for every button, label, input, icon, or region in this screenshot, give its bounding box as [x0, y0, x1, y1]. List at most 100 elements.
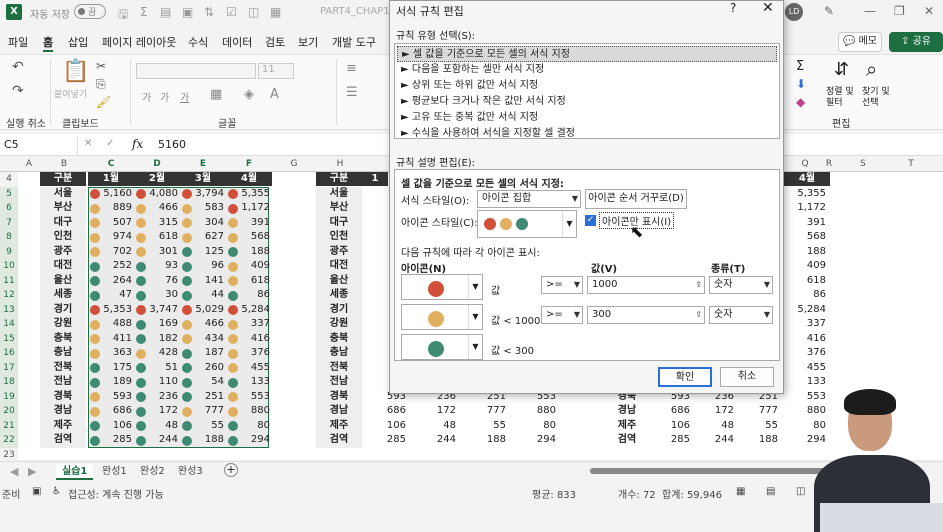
- help-icon[interactable]: ?: [730, 1, 736, 15]
- icon-style-select[interactable]: ▼: [477, 210, 577, 238]
- row-header[interactable]: 10: [0, 259, 18, 274]
- italic-button[interactable]: 가: [160, 89, 169, 104]
- column-header[interactable]: C: [88, 159, 134, 169]
- checkbox-icon[interactable]: ☑: [226, 5, 237, 19]
- icon-select-2[interactable]: ▼: [401, 304, 483, 330]
- column-header[interactable]: A: [18, 159, 40, 169]
- autosave-toggle[interactable]: 끔: [74, 4, 106, 19]
- format-style-select[interactable]: 아이콘 집합 ▼: [477, 190, 581, 208]
- close-window-icon[interactable]: ✕: [924, 4, 934, 18]
- operator-select[interactable]: >= ▼: [541, 276, 583, 294]
- row-header[interactable]: 7: [0, 215, 18, 230]
- row-header[interactable]: 18: [0, 375, 18, 390]
- show-icon-only-checkbox[interactable]: ✓: [585, 215, 596, 226]
- row-header[interactable]: 4: [0, 172, 18, 187]
- reverse-icon-order-button[interactable]: 아이콘 순서 거꾸로(D): [585, 189, 687, 209]
- horizontal-scrollbar[interactable]: [590, 468, 830, 474]
- rule-type-item[interactable]: ► 셀 값을 기준으로 모든 셀의 서식 지정: [397, 46, 777, 62]
- rule-type-item[interactable]: ► 다음을 포함하는 셀만 서식 지정: [397, 62, 777, 78]
- add-sheet-button[interactable]: +: [224, 463, 238, 477]
- row-header[interactable]: 17: [0, 360, 18, 375]
- font-name-combo[interactable]: [136, 63, 256, 79]
- value-input[interactable]: 300 ⇪: [587, 306, 705, 324]
- cancel-button[interactable]: 취소: [720, 367, 774, 387]
- range-select-icon[interactable]: ⇪: [695, 277, 702, 293]
- memo-button[interactable]: 💬 메모: [838, 32, 882, 52]
- row-header[interactable]: 21: [0, 418, 18, 433]
- row-header[interactable]: 13: [0, 302, 18, 317]
- font-color-icon[interactable]: A: [270, 87, 279, 102]
- column-header[interactable]: D: [134, 159, 180, 169]
- fill-color-icon[interactable]: ◈: [244, 87, 254, 102]
- column-header[interactable]: S: [840, 159, 886, 169]
- preview-icon[interactable]: ▣: [182, 5, 193, 19]
- column-header[interactable]: Q: [792, 159, 818, 169]
- row-header[interactable]: 6: [0, 201, 18, 216]
- sort-filter-label[interactable]: 정렬 및 필터: [826, 87, 854, 109]
- paste-icon[interactable]: 📋: [62, 59, 89, 84]
- bold-button[interactable]: 가: [142, 89, 151, 104]
- share-button[interactable]: ⇪ 공유: [889, 32, 943, 52]
- cut-icon[interactable]: ✂: [96, 59, 106, 73]
- tab-sheet-1[interactable]: 실습1: [56, 464, 94, 480]
- row-header[interactable]: 11: [0, 273, 18, 288]
- sort-filter-icon[interactable]: ⇵: [834, 59, 849, 80]
- cancel-formula-icon[interactable]: ✕: [84, 138, 92, 149]
- function-icon[interactable]: fx: [132, 137, 143, 151]
- column-header[interactable]: B: [40, 159, 88, 169]
- underline-button[interactable]: 가: [180, 89, 189, 104]
- rule-type-item[interactable]: ► 상위 또는 하위 값만 서식 지정: [397, 78, 777, 94]
- prev-sheet-icon[interactable]: ◀: [10, 465, 18, 478]
- tab-sheet-4[interactable]: 완성3: [172, 464, 209, 480]
- sum-icon[interactable]: Σ: [140, 5, 148, 19]
- page-layout-view-icon[interactable]: ▤: [766, 486, 775, 497]
- close-icon[interactable]: ✕: [762, 0, 774, 16]
- icon-select-3[interactable]: ▼: [401, 334, 483, 360]
- row-header[interactable]: 8: [0, 230, 18, 245]
- menu-file[interactable]: 파일: [8, 34, 28, 50]
- row-header[interactable]: 14: [0, 317, 18, 332]
- find-icon[interactable]: ⌕: [866, 57, 877, 81]
- redo-icon[interactable]: ↷: [12, 83, 24, 99]
- tab-sheet-2[interactable]: 완성1: [96, 464, 133, 480]
- next-sheet-icon[interactable]: ▶: [28, 465, 36, 478]
- enter-formula-icon[interactable]: ✓: [106, 138, 114, 149]
- row-header[interactable]: 9: [0, 244, 18, 259]
- value-input[interactable]: 1000 ⇪: [587, 276, 705, 294]
- row-header[interactable]: 19: [0, 389, 18, 404]
- camera-icon[interactable]: ◫: [248, 5, 259, 19]
- ok-button[interactable]: 확인: [658, 367, 712, 387]
- column-header[interactable]: F: [226, 159, 272, 169]
- rule-type-item[interactable]: ► 평균보다 크거나 작은 값만 서식 지정: [397, 94, 777, 110]
- type-select[interactable]: 숫자 ▼: [709, 306, 773, 324]
- toolbar-icon[interactable]: ▦: [270, 5, 281, 19]
- column-header[interactable]: E: [180, 159, 226, 169]
- pen-icon[interactable]: ✎: [824, 4, 834, 18]
- column-header[interactable]: H: [316, 159, 364, 169]
- column-header[interactable]: R: [818, 159, 840, 169]
- menu-insert[interactable]: 삽입: [68, 34, 88, 50]
- name-box[interactable]: C5: [0, 136, 78, 154]
- menu-view[interactable]: 보기: [298, 34, 318, 50]
- formula-input[interactable]: 5160: [158, 138, 186, 151]
- tab-sheet-3[interactable]: 완성2: [134, 464, 171, 480]
- autosum-icon[interactable]: Σ: [796, 59, 804, 74]
- row-header[interactable]: 23: [0, 447, 18, 460]
- save-icon[interactable]: 🖫: [118, 5, 128, 26]
- rule-type-item[interactable]: ► 고유 또는 중복 값만 서식 지정: [397, 110, 777, 126]
- row-header[interactable]: 15: [0, 331, 18, 346]
- menu-page-layout[interactable]: 페이지 레이아웃: [102, 34, 176, 50]
- row-header[interactable]: 20: [0, 404, 18, 419]
- type-select[interactable]: 숫자 ▼: [709, 276, 773, 294]
- row-header[interactable]: 12: [0, 288, 18, 303]
- align-left-icon[interactable]: ☰: [346, 85, 358, 100]
- find-select-label[interactable]: 찾기 및 선택: [862, 87, 890, 109]
- macro-record-icon[interactable]: ▣: [32, 486, 41, 497]
- range-select-icon[interactable]: ⇪: [695, 307, 702, 323]
- copy-icon[interactable]: ⎘: [96, 77, 106, 92]
- rule-type-list[interactable]: ► 셀 값을 기준으로 모든 셀의 서식 지정 ► 다음을 포함하는 셀만 서식…: [394, 43, 780, 139]
- align-icon[interactable]: ≡: [346, 61, 357, 76]
- row-header[interactable]: 22: [0, 433, 18, 448]
- undo-icon[interactable]: ↶: [12, 59, 24, 75]
- menu-home[interactable]: 홈: [43, 34, 54, 52]
